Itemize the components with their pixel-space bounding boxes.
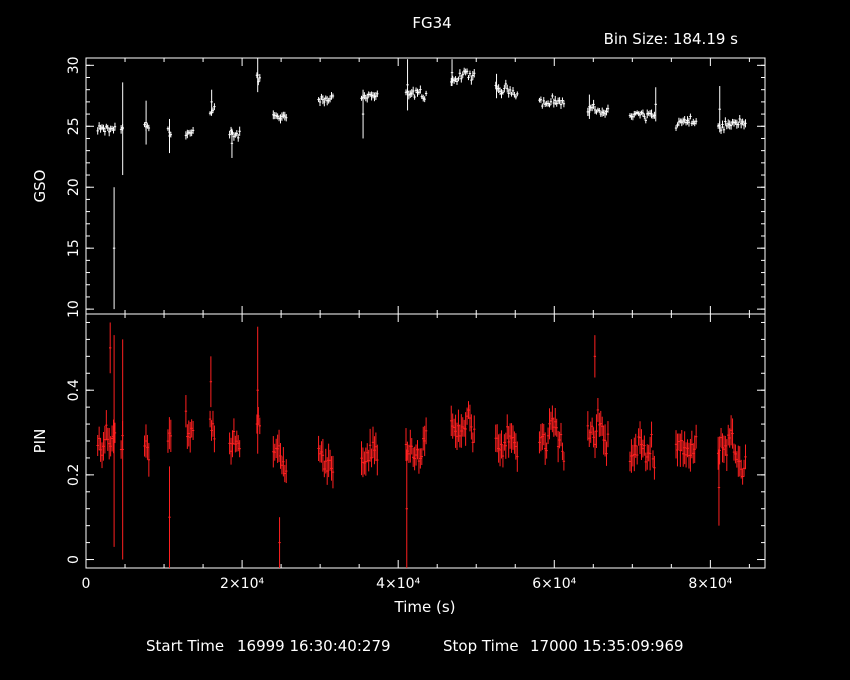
- gso-y-tick-label: 20: [66, 178, 82, 196]
- stop-time-value: 17000 15:35:09:969: [530, 637, 684, 655]
- pin-y-tick-label: 0.4: [66, 379, 82, 401]
- bin-size-readout: Bin Size: 184.19 s: [604, 30, 739, 48]
- x-axis-label: Time (s): [394, 598, 456, 616]
- start-time-value: 16999 16:30:40:279: [237, 637, 391, 655]
- start-time-label: Start Time: [146, 637, 224, 655]
- pin-y-tick-label: 0: [66, 555, 82, 564]
- light-curve-chart: FG34 Bin Size: 184.19 s 10 15 20 25 30 0 0.2 0…: [0, 0, 850, 680]
- gso-y-tick-label: 30: [66, 56, 82, 74]
- gso-y-tick-label: 10: [66, 300, 82, 318]
- x-tick-label: 4×10⁴: [376, 576, 420, 592]
- bin-size-value: 184.19 s: [673, 30, 738, 48]
- gso-y-tick-label: 15: [66, 239, 82, 257]
- bin-size-label: Bin Size:: [604, 30, 669, 48]
- x-tick-label: 0: [82, 576, 91, 592]
- pin-y-tick-label: 0.2: [66, 464, 82, 486]
- x-tick-label: 8×10⁴: [688, 576, 732, 592]
- gso-y-axis-label: GSO: [31, 170, 49, 203]
- x-tick-label: 6×10⁴: [532, 576, 576, 592]
- pin-y-axis-label: PIN: [31, 429, 49, 454]
- stop-time-label: Stop Time: [443, 637, 519, 655]
- chart-title: FG34: [412, 14, 451, 32]
- gso-y-tick-label: 25: [66, 117, 82, 135]
- x-tick-label: 2×10⁴: [220, 576, 264, 592]
